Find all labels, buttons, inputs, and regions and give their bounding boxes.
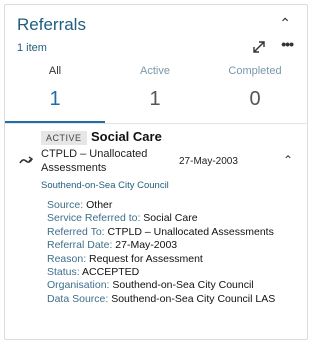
detail-value: Southend-on-Sea City Council (112, 279, 254, 292)
tab-count: 1 (149, 88, 161, 110)
detail-service-referred-to: Service Referred to: Social Care (47, 212, 287, 225)
tab-label: Completed (228, 65, 282, 77)
detail-key: Reason: (47, 252, 87, 265)
detail-value: CTPLD – Unallocated Assessments (107, 225, 274, 238)
detail-value: ACCEPTED (82, 266, 140, 279)
detail-key: Referred To: (47, 225, 105, 238)
item-count: 1 item (17, 42, 47, 54)
detail-value: Other (86, 199, 113, 211)
detail-referred-to: Referred To: CTPLD – Unallocated Assessm… (47, 226, 287, 239)
detail-value: Social Care (143, 212, 198, 225)
referral-title: Social Care (91, 129, 162, 144)
referral-arrow-icon (19, 153, 34, 171)
referral-date: 27-May-2003 (179, 156, 238, 167)
detail-key: Referral Date: (47, 239, 113, 252)
detail-data-source: Data Source: Southend-on-Sea City Counci… (47, 293, 287, 306)
detail-key: Data Source: (47, 292, 109, 305)
detail-key: Service Referred to: (47, 212, 141, 225)
detail-value: Request for Assessment (89, 252, 203, 265)
chevron-up-icon[interactable]: ⌃ (279, 15, 291, 32)
referral-subtitle: CTPLD – Unallocated Assessments (41, 148, 148, 174)
tab-active[interactable]: Active 1 (105, 65, 205, 111)
card-title: Referrals (17, 15, 86, 34)
chevron-up-icon[interactable]: ⌃ (283, 153, 293, 167)
detail-source: Source: Other (47, 199, 287, 212)
detail-key: Organisation: (47, 279, 110, 292)
detail-value: Southend-on-Sea City Council LAS (111, 292, 276, 305)
detail-value: 27-May-2003 (115, 239, 178, 252)
tab-label: All (48, 65, 62, 77)
status-badge: ACTIVE (41, 131, 87, 145)
detail-referral-date: Referral Date: 27-May-2003 (47, 239, 287, 252)
tab-completed[interactable]: Completed 0 (205, 65, 305, 111)
detail-key: Source: (47, 199, 84, 211)
detail-status: Status: ACCEPTED (47, 266, 287, 279)
tab-divider (5, 123, 307, 124)
detail-key: Status: (47, 266, 80, 279)
detail-reason: Reason: Request for Assessment (47, 253, 287, 266)
detail-organisation: Organisation: Southend-on-Sea City Counc… (47, 279, 287, 292)
more-horizontal-icon[interactable]: ••• (281, 36, 294, 52)
referrals-card: Referrals 1 item ⌃ ••• All 1 Active 1 Co… (4, 4, 308, 340)
tab-all[interactable]: All 1 (5, 65, 105, 111)
expand-arrows-icon[interactable] (253, 40, 265, 58)
referral-tabs: All 1 Active 1 Completed 0 (5, 65, 307, 124)
referral-details: Source: Other Service Referred to: Socia… (47, 199, 287, 306)
tab-count: 1 (49, 88, 61, 110)
referral-item[interactable]: ACTIVE Social Care CTPLD – Unallocated A… (15, 129, 300, 339)
tab-count: 0 (249, 88, 261, 110)
referral-organisation: Southend-on-Sea City Council (41, 180, 169, 191)
tab-label: Active (140, 65, 170, 77)
